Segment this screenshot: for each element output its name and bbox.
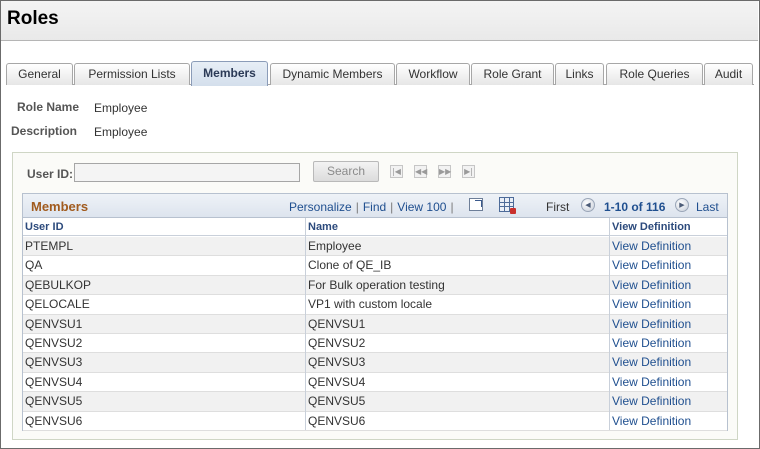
name-cell: VP1 with custom locale: [308, 297, 433, 312]
name-cell: QENVSU4: [308, 374, 366, 389]
first-label: First: [546, 200, 570, 214]
download-to-excel-icon[interactable]: [499, 197, 516, 214]
user-id-cell: QENVSU1: [25, 316, 83, 331]
table-row: QENVSU4 QENVSU4 View Definition: [23, 372, 727, 393]
next-page-icon[interactable]: ▶▶: [438, 165, 451, 178]
user-id-cell: QENVSU5: [25, 394, 83, 409]
column-header-view-definition: View Definition: [612, 221, 691, 233]
description-value: Employee: [94, 125, 148, 139]
row-range: 1-10 of 116: [604, 200, 666, 214]
description-label: Description: [11, 124, 78, 138]
user-id-cell: QENVSU2: [25, 335, 83, 350]
grid-title: Members: [31, 199, 89, 214]
prev-page-icon[interactable]: ◀◀: [414, 165, 427, 178]
user-id-input[interactable]: [74, 163, 300, 182]
table-row: QENVSU5 QENVSU5 View Definition: [23, 392, 727, 412]
column-divider: [609, 218, 610, 430]
table-row: QENVSU1 QENVSU1 View Definition: [23, 314, 727, 334]
view-definition-link[interactable]: View Definition: [612, 355, 691, 369]
user-id-cell: PTEMPL: [25, 239, 74, 253]
grid-toolbar-links: Personalize | Find | View 100 |: [289, 200, 458, 214]
name-cell: QENVSU2: [308, 335, 366, 350]
tab-general[interactable]: General: [6, 63, 73, 85]
view-definition-link[interactable]: View Definition: [612, 239, 691, 253]
view-definition-link[interactable]: View Definition: [612, 258, 691, 272]
separator: |: [450, 200, 454, 214]
tab-members[interactable]: Members: [191, 61, 268, 86]
zoom-icon[interactable]: [469, 198, 483, 211]
user-id-cell: QENVSU3: [25, 355, 83, 370]
table-row: QELOCALE VP1 with custom locale View Def…: [23, 295, 727, 315]
user-id-cell: QENVSU6: [25, 413, 83, 428]
name-cell: QENVSU5: [308, 394, 366, 409]
role-name-value: Employee: [94, 101, 148, 115]
tab-bar: General Permission Lists Members Dynamic…: [6, 61, 754, 86]
column-divider: [305, 218, 306, 430]
previous-row-icon[interactable]: ◀: [581, 198, 595, 212]
name-cell: For Bulk operation testing: [308, 277, 445, 292]
title-bar: Roles: [1, 1, 758, 41]
tab-workflow[interactable]: Workflow: [396, 63, 470, 85]
name-cell: QENVSU6: [308, 413, 366, 428]
user-id-cell: QA: [25, 258, 43, 273]
tab-role-grant[interactable]: Role Grant: [471, 63, 554, 85]
last-link[interactable]: Last: [696, 200, 719, 214]
search-button[interactable]: Search: [313, 161, 379, 182]
tab-links[interactable]: Links: [555, 63, 604, 85]
column-header-name[interactable]: Name: [308, 221, 338, 233]
tab-permission-lists[interactable]: Permission Lists: [74, 63, 190, 85]
view-all-link[interactable]: View 100: [397, 200, 446, 214]
find-link[interactable]: Find: [363, 200, 386, 214]
members-grid: Members Personalize | Find | View 100 | First…: [22, 193, 728, 431]
user-id-cell: QELOCALE: [25, 297, 90, 312]
table-row: PTEMPL Employee View Definition: [23, 237, 727, 257]
members-group-box: User ID: Search |◀ ◀◀ ▶▶ ▶| Members Pers…: [12, 152, 738, 440]
tab-role-queries[interactable]: Role Queries: [606, 63, 703, 85]
separator: |: [390, 200, 394, 214]
view-definition-link[interactable]: View Definition: [612, 414, 691, 428]
table-row: QENVSU6 QENVSU6 View Definition: [23, 411, 727, 431]
separator: |: [355, 200, 359, 214]
view-definition-link[interactable]: View Definition: [612, 317, 691, 331]
table-row: QENVSU2 QENVSU2 View Definition: [23, 333, 727, 354]
user-id-cell: QENVSU4: [25, 374, 83, 389]
view-definition-link[interactable]: View Definition: [612, 278, 691, 292]
name-cell: QENVSU3: [308, 355, 366, 370]
table-row: QENVSU3 QENVSU3 View Definition: [23, 353, 727, 373]
name-cell: Clone of QE_IB: [308, 258, 392, 273]
first-page-icon[interactable]: |◀: [390, 165, 403, 178]
user-id-label: User ID:: [27, 167, 74, 181]
table-row: QA Clone of QE_IB View Definition: [23, 256, 727, 276]
column-header-user-id[interactable]: User ID: [25, 221, 64, 233]
view-definition-link[interactable]: View Definition: [612, 394, 691, 408]
table-row: QEBULKOP For Bulk operation testing View…: [23, 275, 727, 296]
name-cell: QENVSU1: [308, 316, 366, 331]
view-definition-link[interactable]: View Definition: [612, 336, 691, 350]
tab-audit[interactable]: Audit: [704, 63, 753, 85]
grid-header: Members Personalize | Find | View 100 | First…: [23, 194, 727, 218]
user-id-cell: QEBULKOP: [25, 277, 92, 292]
role-name-label: Role Name: [17, 100, 80, 114]
view-definition-link[interactable]: View Definition: [612, 375, 691, 389]
page-title: Roles: [7, 8, 59, 29]
last-page-icon[interactable]: ▶|: [462, 165, 475, 178]
view-definition-link[interactable]: View Definition: [612, 297, 691, 311]
grid-rows: PTEMPL Employee View Definition QA Clone…: [23, 237, 727, 431]
grid-column-headers: User ID Name View Definition: [23, 218, 727, 236]
next-row-icon[interactable]: ▶: [675, 198, 689, 212]
tab-dynamic-members[interactable]: Dynamic Members: [270, 63, 395, 85]
name-cell: Employee: [308, 239, 362, 253]
personalize-link[interactable]: Personalize: [289, 200, 352, 214]
